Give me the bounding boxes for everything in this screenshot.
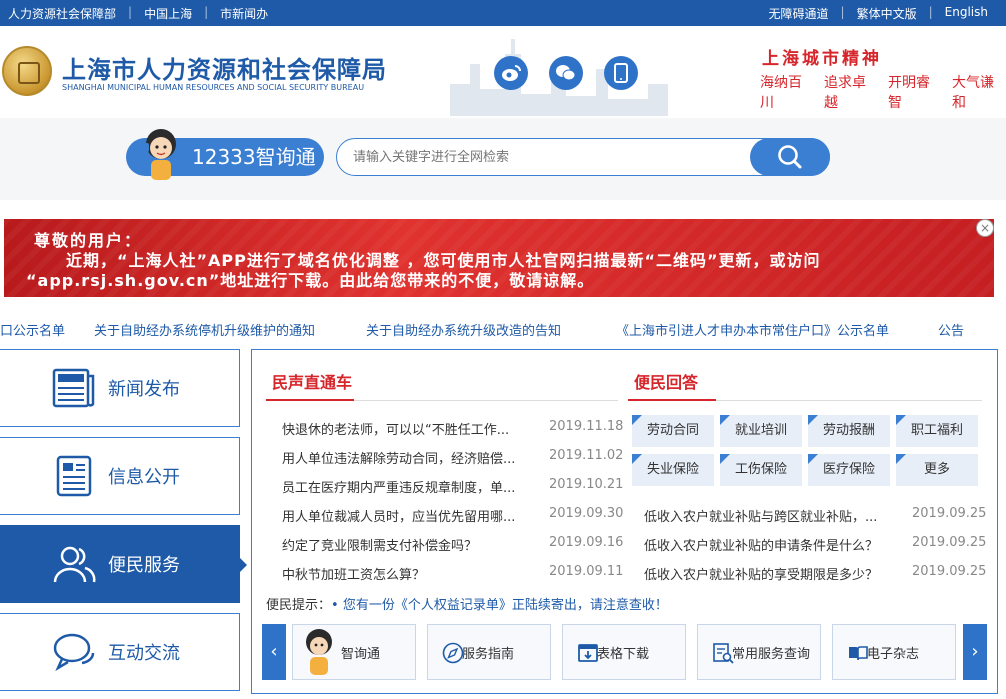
divider: | [928, 5, 933, 19]
ticker-item[interactable]: 公告 [938, 320, 964, 338]
spirit-word: 追求卓越 [824, 75, 866, 111]
carousel-next-button[interactable]: › [963, 624, 987, 680]
notice-banner[interactable]: 尊敬的用户： 近期，“上海人社”APP进行了域名优化调整 ，您可使用市人社官网扫… [4, 219, 994, 297]
service-label: 表格下载 [597, 647, 650, 662]
carousel-prev-button[interactable]: ‹ [262, 624, 286, 680]
banner-close-button[interactable]: × [976, 219, 994, 237]
ticker-item[interactable]: 关于自助经办系统停机升级维护的通知 [94, 320, 315, 338]
search-zone: 12333智询通 [0, 118, 1006, 200]
tag-unemployment-insurance[interactable]: 失业保险 [632, 454, 714, 486]
divider: | [128, 5, 133, 19]
service-label: 常用服务查询 [732, 647, 811, 662]
sidenav-item-interaction[interactable]: 互动交流 [0, 613, 240, 691]
divider: | [840, 5, 845, 19]
section-underline [628, 399, 982, 401]
city-spirit-title: 上海城市精神 [762, 49, 882, 69]
tag-injury-insurance[interactable]: 工伤保险 [720, 454, 802, 486]
search-input[interactable] [353, 147, 743, 167]
minsheng-section-title[interactable]: 民声直通车 [272, 369, 352, 393]
bureau-emblem-logo[interactable] [2, 46, 52, 96]
tip-label: 便民提示： [266, 598, 332, 613]
spirit-word: 海纳百川 [760, 75, 802, 111]
service-guide[interactable]: 服务指南 [427, 624, 551, 680]
document-icon [56, 455, 92, 497]
divider: | [204, 5, 209, 19]
search-document-icon [713, 643, 734, 664]
newspaper-icon [52, 368, 95, 408]
site-title-en: SHANGHAI MUNICIPAL HUMAN RESOURCES AND S… [62, 83, 365, 92]
chat-icon [53, 633, 95, 672]
sidenav-label: 互动交流 [108, 643, 180, 664]
link-china-shanghai[interactable]: 中国上海 [144, 5, 192, 22]
banner-text-line2: “app.rsj.sh.gov.cn”地址进行下载。由此给您带来的不便，敬请谅解… [26, 271, 595, 290]
sidenav-label: 新闻发布 [108, 379, 180, 400]
service-label: 智询通 [341, 647, 381, 662]
sidenav-item-info-disclosure[interactable]: 信息公开 [0, 437, 240, 515]
tag-labor-pay[interactable]: 劳动报酬 [808, 415, 890, 447]
search-icon [778, 145, 802, 169]
tip-message[interactable]: • 您有一份《个人权益记录单》正陆续寄出，请注意查收！ [331, 598, 668, 613]
top-bar: 人力资源社会保障部 | 中国上海 | 市新闻办 无障碍通道 | 繁体中文版 | … [0, 0, 1006, 26]
download-form-icon [578, 644, 598, 662]
sidenav-item-convenience-services[interactable]: 便民服务 [0, 525, 247, 603]
ticker-item[interactable]: 口公示名单 [0, 320, 65, 338]
link-mohrss[interactable]: 人力资源社会保障部 [8, 5, 116, 22]
tag-employment-training[interactable]: 就业培训 [720, 415, 802, 447]
bianmin-section-title[interactable]: 便民回答 [634, 369, 698, 393]
sidenav-item-news[interactable]: 新闻发布 [0, 349, 240, 427]
service-zhixuntong[interactable]: 智询通 [292, 624, 416, 680]
assistant-avatar-icon[interactable] [140, 126, 182, 184]
sidenav-label: 便民服务 [108, 555, 180, 576]
spirit-word: 开明睿智 [888, 75, 930, 111]
book-icon [849, 646, 868, 661]
service-tip: 便民提示：• 您有一份《个人权益记录单》正陆续寄出，请注意查收！ [266, 594, 668, 613]
service-label: 电子杂志 [867, 647, 920, 662]
service-common-query[interactable]: 常用服务查询 [697, 624, 821, 680]
top-right-links: 无障碍通道 | 繁体中文版 | English [769, 5, 988, 22]
link-news-office[interactable]: 市新闻办 [220, 5, 268, 22]
link-traditional-chinese[interactable]: 繁体中文版 [857, 5, 917, 22]
mobile-icon[interactable] [604, 56, 638, 90]
weibo-icon[interactable] [494, 56, 528, 90]
service-e-magazine[interactable]: 电子杂志 [832, 624, 956, 680]
wechat-icon[interactable] [549, 56, 583, 90]
ticker-item[interactable]: 关于自助经办系统升级改造的告知 [366, 320, 561, 338]
tag-employee-welfare[interactable]: 职工福利 [896, 415, 978, 447]
chevron-right-icon: › [971, 641, 979, 662]
link-accessibility[interactable]: 无障碍通道 [769, 5, 829, 22]
site-header: 上海市人力资源和社会保障局 SHANGHAI MUNICIPAL HUMAN R… [0, 26, 1006, 118]
site-title[interactable]: 上海市人力资源和社会保障局 [62, 50, 387, 85]
users-icon [53, 546, 96, 583]
search-bar [336, 138, 830, 176]
chevron-left-icon: ‹ [270, 641, 278, 662]
top-left-links: 人力资源社会保障部 | 中国上海 | 市新闻办 [8, 5, 268, 22]
tag-medical-insurance[interactable]: 医疗保险 [808, 454, 890, 486]
tag-labor-contract[interactable]: 劳动合同 [632, 415, 714, 447]
tag-more[interactable]: 更多 [896, 454, 978, 486]
search-button[interactable] [750, 138, 830, 176]
link-english[interactable]: English [945, 5, 988, 22]
news-ticker: 口公示名单 关于自助经办系统停机升级维护的通知 关于自助经办系统升级改造的告知 … [0, 320, 1006, 338]
compass-icon [442, 642, 464, 664]
section-underline [266, 399, 618, 401]
spirit-word: 大气谦和 [952, 75, 994, 111]
ticker-item[interactable]: 《上海市引进人才申办本市常住户口》公示名单 [616, 320, 889, 338]
service-form-download[interactable]: 表格下载 [562, 624, 686, 680]
sidenav-label: 信息公开 [108, 467, 180, 488]
assistant-avatar-icon [306, 629, 332, 675]
city-spirit-words: 海纳百川 追求卓越 开明睿智 大气谦和 [760, 72, 1006, 112]
service-label: 服务指南 [462, 647, 515, 662]
